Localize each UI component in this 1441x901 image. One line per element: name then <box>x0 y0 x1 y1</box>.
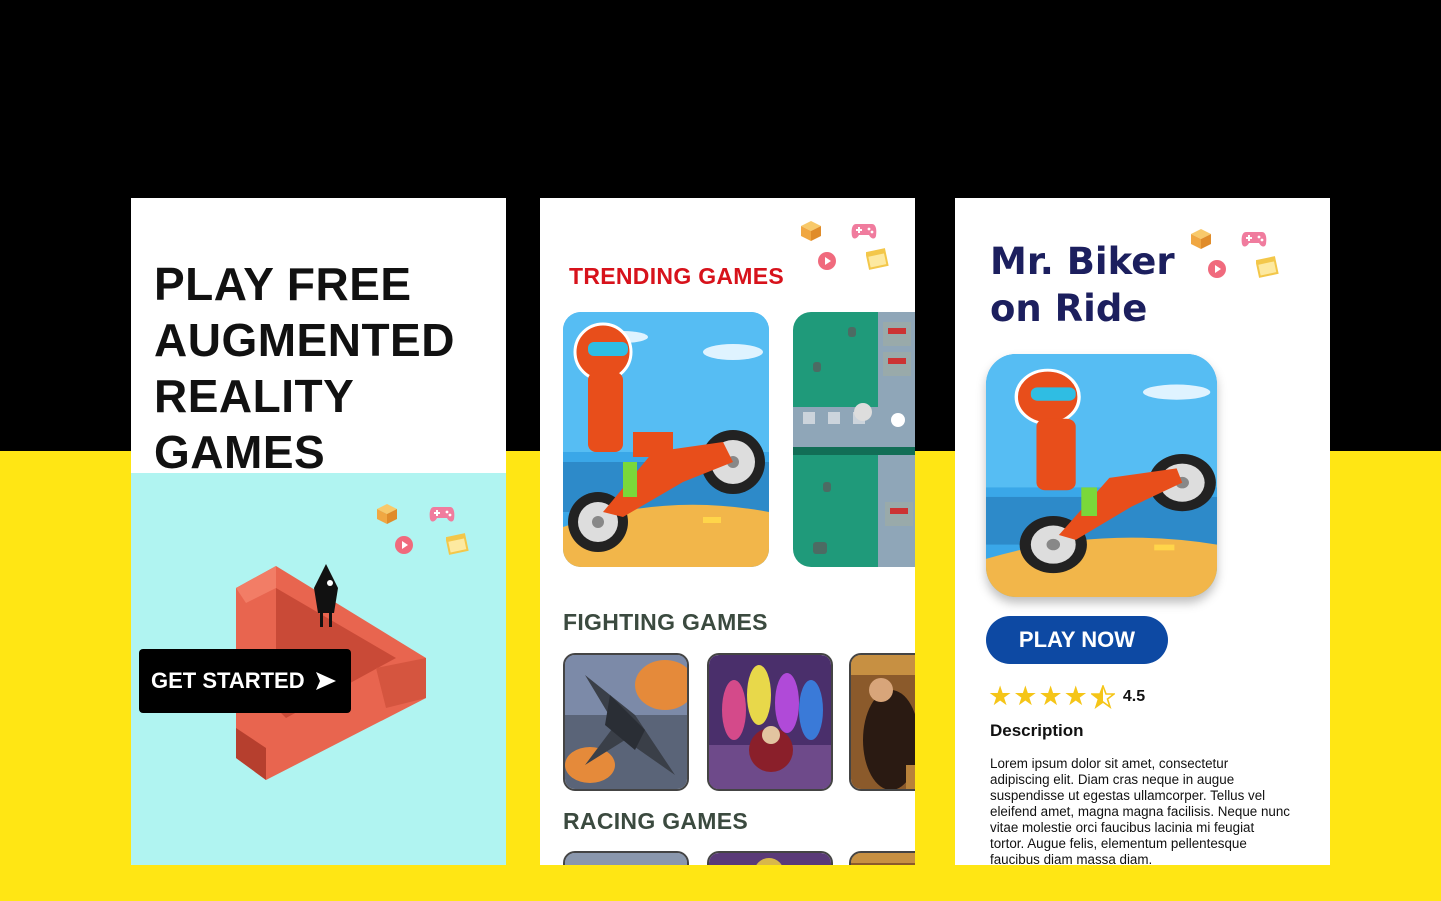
deco-icons <box>1190 228 1290 288</box>
play-circle-icon <box>1208 260 1226 278</box>
racing-game-thumb[interactable] <box>563 851 689 865</box>
star-icon: ★ <box>1013 681 1038 711</box>
hero-title-line: PLAY FREE <box>154 258 412 310</box>
game-title-line: Mr. Biker <box>990 240 1175 283</box>
racing-game-thumbnail <box>709 853 831 865</box>
description-text: Lorem ipsum dolor sit amet, consectetur … <box>990 756 1290 865</box>
hero-title-line: AUGMENTED <box>154 314 455 366</box>
get-started-label: GET STARTED <box>151 668 305 693</box>
hero-title-line: GAMES <box>154 426 326 478</box>
racing-game-thumb[interactable] <box>707 851 833 865</box>
squad-game-thumbnail <box>709 655 831 789</box>
screen-onboarding: PLAY FREE AUGMENTED REALITY GAMES GET ST… <box>131 198 506 865</box>
racing-games-title: RACING GAMES <box>563 808 749 834</box>
description-heading: Description <box>990 721 1084 740</box>
play-now-button[interactable]: PLAY NOW <box>986 616 1168 664</box>
play-circle-icon <box>818 252 836 270</box>
cube-icon <box>801 221 821 241</box>
game-title-line: on Ride <box>990 287 1148 330</box>
deco-icons <box>376 501 476 561</box>
star-icon: ★ <box>1063 681 1088 711</box>
biker-game-cover <box>986 354 1217 597</box>
game-title: Mr. Biker on Ride <box>990 238 1175 332</box>
star-icon: ★ <box>988 681 1013 711</box>
biker-game-thumbnail <box>563 312 769 567</box>
racing-game-thumbnail <box>565 853 687 865</box>
play-circle-icon <box>395 536 413 554</box>
trending-game-card[interactable] <box>563 312 769 567</box>
fighting-game-thumb[interactable] <box>563 653 689 791</box>
dungeon-game-thumbnail <box>793 312 915 567</box>
cube-icon <box>377 504 397 524</box>
racing-game-thumb[interactable] <box>849 851 915 865</box>
star-icon: ★ <box>1038 681 1063 711</box>
fighting-game-thumb[interactable] <box>707 653 833 791</box>
fighting-games-title: FIGHTING GAMES <box>563 609 768 635</box>
send-arrow-icon <box>315 672 336 690</box>
gamepad-icon <box>1241 232 1267 247</box>
rating: ★ ★ ★ ★ 4.5 <box>988 683 1145 710</box>
gamepad-icon <box>851 224 877 239</box>
kungfu-game-thumbnail <box>851 655 915 789</box>
cube-icon <box>1191 229 1211 249</box>
trending-games-title: TRENDING GAMES <box>569 263 785 289</box>
jet-game-thumbnail <box>565 655 687 789</box>
window-icon <box>1256 256 1279 278</box>
deco-icons <box>800 220 900 280</box>
hero-title: PLAY FREE AUGMENTED REALITY GAMES <box>154 256 484 480</box>
trending-game-card[interactable] <box>793 312 915 567</box>
window-icon <box>446 533 469 555</box>
game-cover <box>986 354 1217 597</box>
fighting-game-thumb[interactable] <box>849 653 915 791</box>
rating-value: 4.5 <box>1122 687 1146 705</box>
hero-title-line: REALITY <box>154 370 355 422</box>
window-icon <box>866 248 889 270</box>
screen-game-detail: Mr. Biker on Ride PLAY NOW ★ ★ ★ ★ 4.5 D… <box>955 198 1330 865</box>
racing-game-thumbnail <box>851 853 915 865</box>
get-started-button[interactable]: GET STARTED <box>139 649 351 713</box>
gamepad-icon <box>429 507 455 522</box>
screen-game-list: TRENDING GAMES FIGHTING GAMES RACING GAM… <box>540 198 915 865</box>
half-star-icon <box>1090 684 1115 709</box>
